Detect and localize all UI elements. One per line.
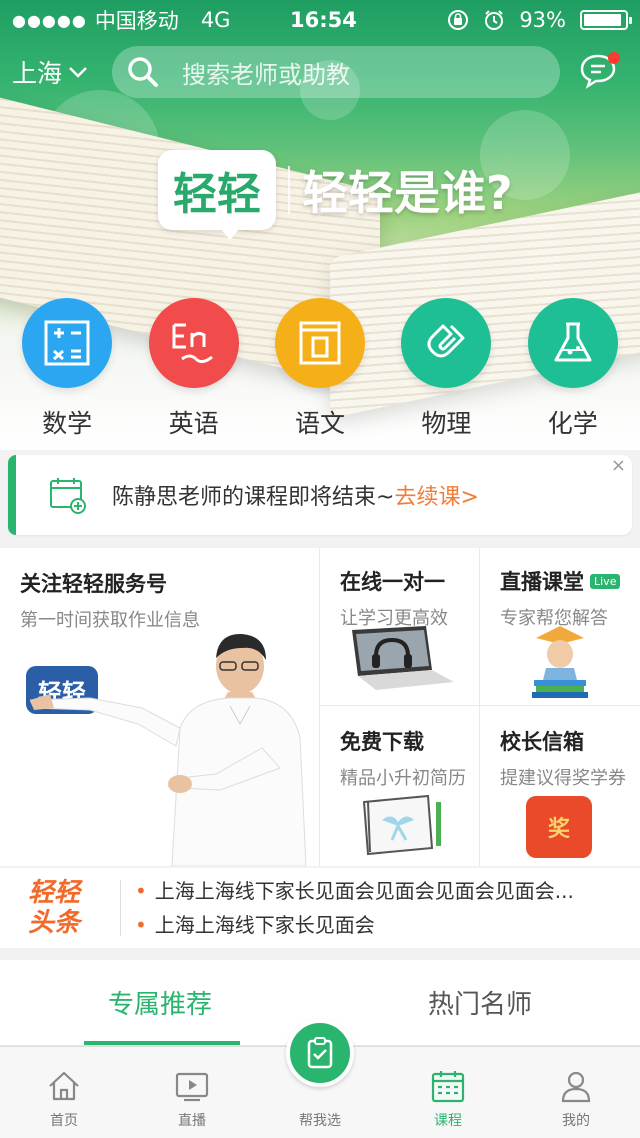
calendar-add-icon — [50, 478, 86, 514]
book-icon — [274, 298, 365, 388]
divider — [120, 880, 121, 936]
renewal-notice[interactable]: 陈静思老师的课程即将结束~去续课> × — [8, 455, 632, 535]
renew-link[interactable]: 去续课> — [394, 485, 478, 510]
search-icon — [128, 57, 158, 87]
subject-label: 物理 — [421, 409, 472, 438]
envelope-char: 奖 — [547, 817, 570, 842]
close-icon[interactable]: × — [611, 455, 626, 476]
battery-percent: 93% — [519, 8, 566, 32]
subject-physics[interactable]: 物理 — [386, 298, 506, 440]
network-type: 4G — [200, 8, 231, 32]
home-icon — [49, 1071, 79, 1101]
nav-label: 课程 — [434, 1113, 462, 1129]
top-bar: 上海 搜索老师或助教 — [0, 44, 640, 100]
notice-message: 陈静思老师的课程即将结束~ — [112, 485, 395, 510]
nav-label: 直播 — [178, 1113, 206, 1129]
nav-home[interactable]: 首页 — [0, 1047, 128, 1138]
message-button[interactable] — [578, 50, 622, 94]
flask-icon — [527, 298, 618, 388]
tab-popular-teachers[interactable]: 热门名师 — [320, 960, 640, 1045]
city-label: 上海 — [12, 59, 63, 88]
banner-tagline: 轻轻是谁? — [302, 166, 513, 220]
status-time: 16:54 — [290, 8, 357, 32]
brand-logo: 轻轻 — [158, 150, 276, 240]
tab-exclusive[interactable]: 专属推荐 — [0, 960, 320, 1045]
principal-mailbox-card[interactable]: 校长信箱 提建议得奖学券 奖 — [480, 706, 640, 866]
carrier-name: 中国移动 — [94, 9, 179, 33]
banner-headline[interactable]: 轻轻 轻轻是谁? — [158, 150, 513, 240]
card-title: 校长信箱 — [500, 730, 584, 754]
user-icon — [561, 1071, 591, 1103]
subject-label: 语文 — [294, 409, 345, 438]
signal-dots: ●●●●● — [12, 10, 87, 30]
nav-label: 首页 — [50, 1113, 78, 1129]
subject-label: 数学 — [42, 409, 93, 438]
subject-math[interactable]: 数学 — [7, 298, 127, 440]
checklist-icon — [286, 1019, 354, 1087]
nav-live[interactable]: 直播 — [128, 1047, 256, 1138]
unread-badge — [608, 52, 620, 64]
card-title: 在线一对一 — [340, 570, 445, 594]
news-list: 上海上海线下家长见面会见面会见面会见面会... 上海上海线下家长见面会 — [135, 874, 623, 942]
subject-english[interactable]: 英语 — [134, 298, 254, 440]
student-books-icon — [532, 626, 588, 698]
live-class-card[interactable]: 直播课堂 Live 专家帮您解答 — [480, 548, 640, 706]
play-icon — [175, 1072, 209, 1102]
teacher-photo — [30, 633, 307, 866]
news-brand-line2: 头条 — [28, 908, 81, 938]
card-subtitle: 精品小升初简历 — [340, 768, 466, 789]
nav-label: 我的 — [562, 1113, 590, 1129]
orientation-lock-icon — [448, 10, 469, 30]
nav-label: 帮我选 — [299, 1113, 341, 1129]
calculator-icon — [22, 298, 113, 388]
logo-divider — [288, 166, 290, 214]
chevron-down-icon — [69, 67, 87, 78]
card-title: 免费下载 — [340, 730, 424, 754]
city-selector[interactable]: 上海 — [12, 54, 112, 90]
english-icon — [148, 298, 239, 388]
subject-menu: 数学 英语 语文 物理 化学 — [0, 298, 640, 440]
subject-label: 英语 — [168, 409, 219, 438]
red-envelope-icon: 奖 — [526, 796, 592, 858]
follow-service-card[interactable]: 关注轻轻服务号 第一时间获取作业信息 轻轻 — [0, 548, 320, 866]
card-subtitle: 提建议得奖学券 — [500, 768, 626, 789]
notebook-gift-icon — [362, 794, 441, 856]
calendar-icon — [431, 1071, 465, 1103]
search-input[interactable]: 搜索老师或助教 — [112, 46, 560, 98]
news-item[interactable]: 上海上海线下家长见面会 — [135, 908, 623, 942]
battery-icon — [580, 10, 632, 30]
status-bar: ●●●●● 中国移动 4G 16:54 93% — [0, 0, 640, 40]
news-brand: 轻轻 头条 — [0, 878, 120, 938]
nav-courses[interactable]: 课程 — [384, 1047, 512, 1138]
subject-chinese[interactable]: 语文 — [260, 298, 380, 440]
laptop-headset-icon — [352, 626, 454, 690]
nav-help-me-choose[interactable]: 帮我选 — [256, 1019, 384, 1138]
card-title: 关注轻轻服务号 — [20, 572, 167, 596]
live-badge: Live — [590, 573, 621, 589]
notice-accent-bar — [8, 455, 16, 535]
nav-mine[interactable]: 我的 — [512, 1047, 640, 1138]
alarm-icon — [485, 10, 504, 30]
card-title: 直播课堂 — [500, 570, 584, 594]
subject-label: 化学 — [547, 409, 598, 438]
news-ticker[interactable]: 轻轻 头条 上海上海线下家长见面会见面会见面会见面会... 上海上海线下家长见面… — [0, 868, 640, 948]
hero-banner[interactable]: ●●●●● 中国移动 4G 16:54 93% 上海 搜索老师或助教 轻轻 轻轻… — [0, 0, 640, 450]
feature-grid: 关注轻轻服务号 第一时间获取作业信息 轻轻 在线一对一 让学习更高效 直播课堂 … — [0, 548, 640, 866]
magnet-icon — [401, 298, 492, 388]
search-placeholder: 搜索老师或助教 — [182, 60, 350, 89]
news-item[interactable]: 上海上海线下家长见面会见面会见面会见面会... — [135, 874, 623, 908]
free-download-card[interactable]: 免费下载 精品小升初简历 — [320, 706, 480, 866]
subject-chemistry[interactable]: 化学 — [513, 298, 633, 440]
bottom-nav: 首页 直播 帮我选 课程 我的 — [0, 1019, 640, 1138]
notice-text: 陈静思老师的课程即将结束~去续课> — [112, 479, 479, 511]
online-one-on-one-card[interactable]: 在线一对一 让学习更高效 — [320, 548, 480, 706]
news-brand-line1: 轻轻 — [28, 878, 81, 908]
